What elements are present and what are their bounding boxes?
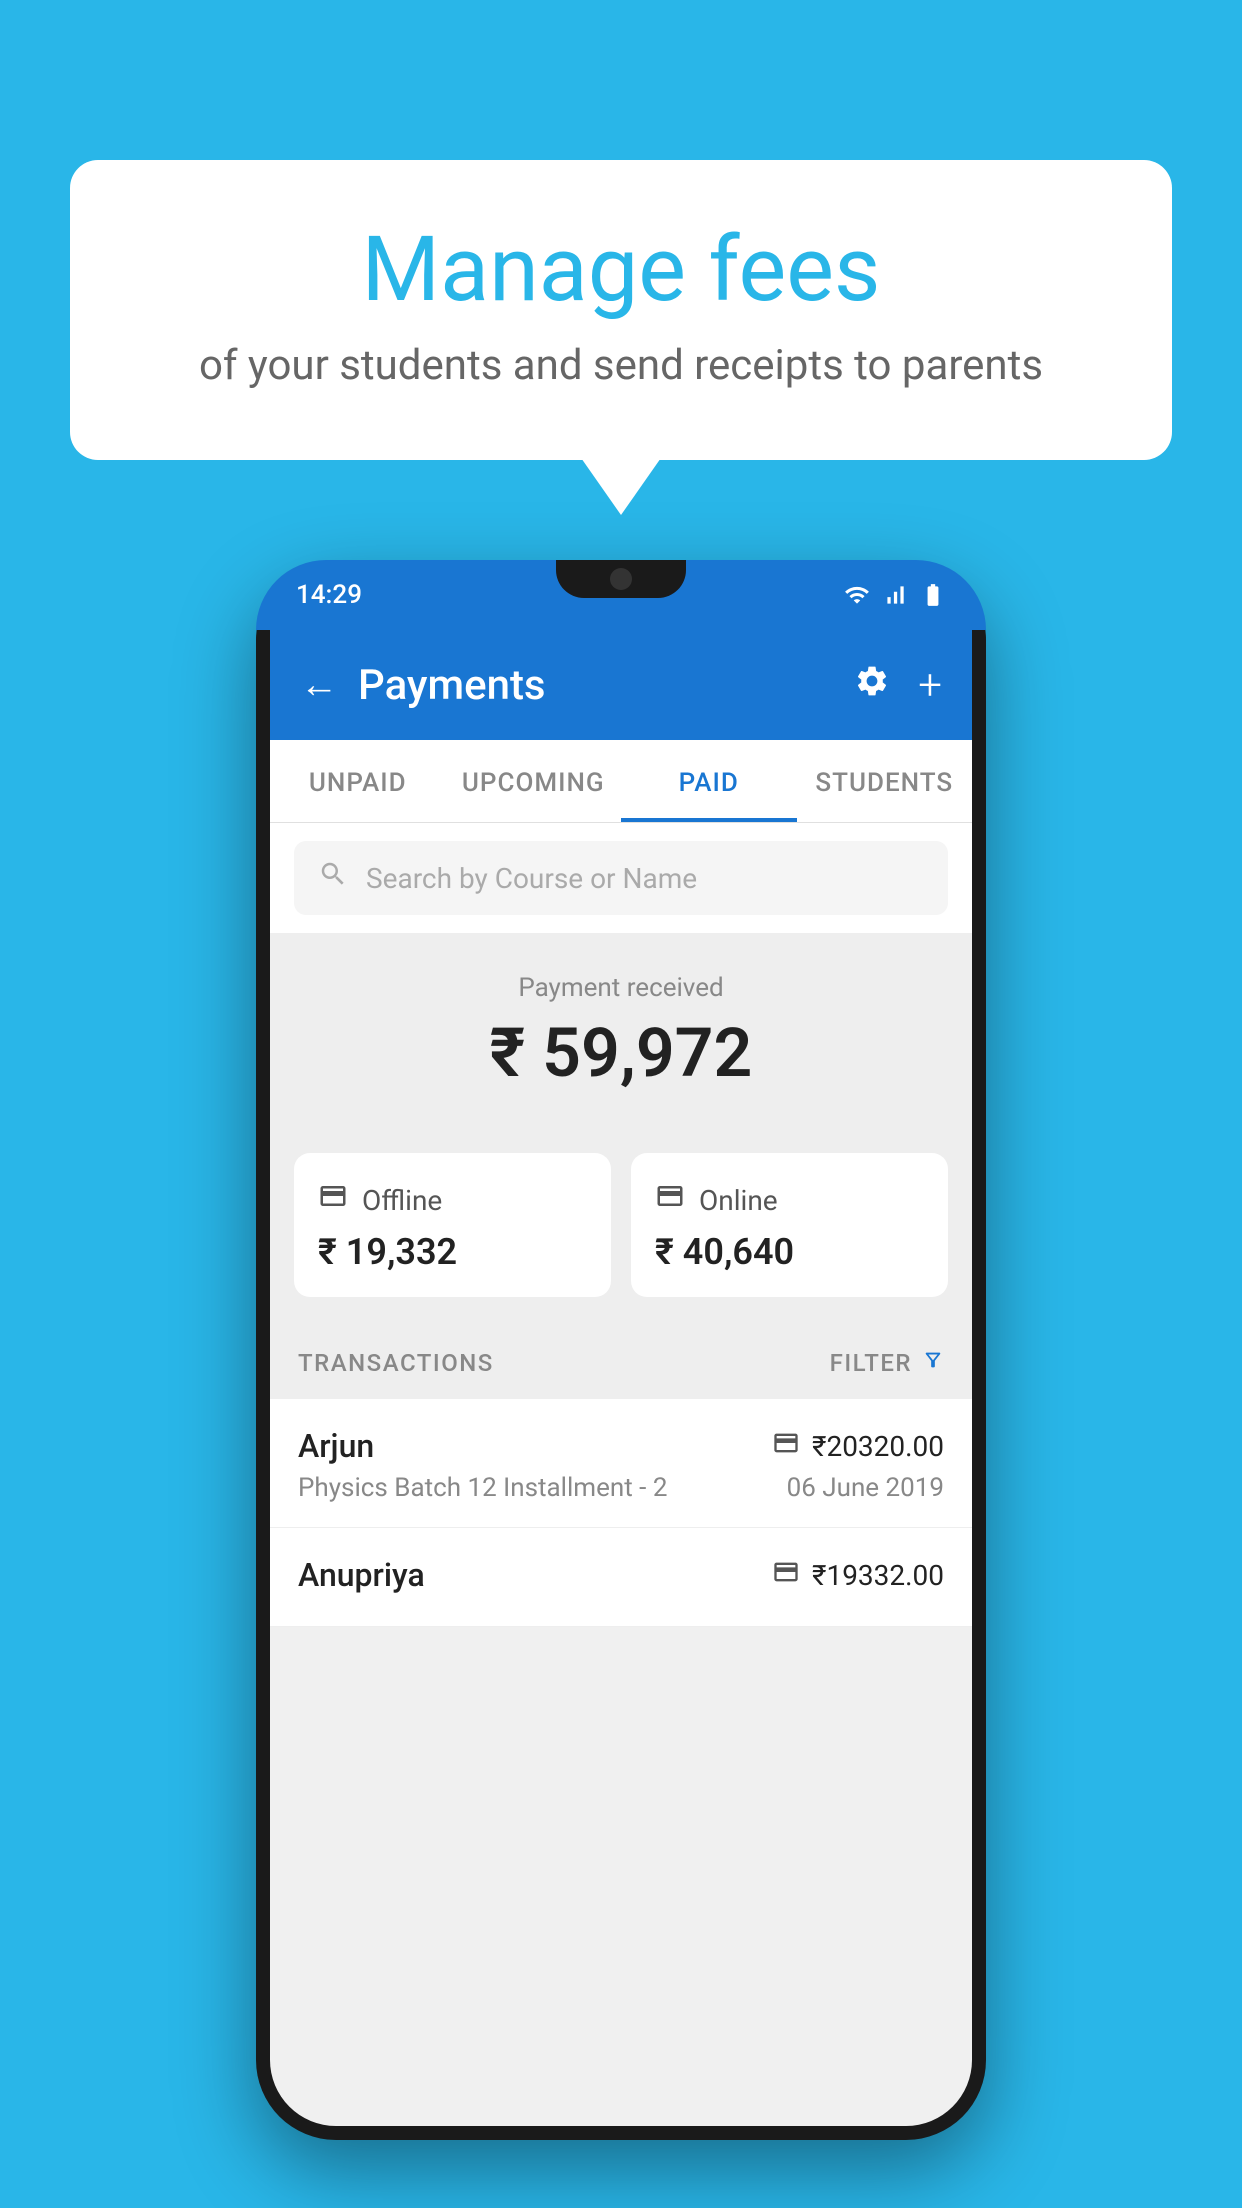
back-button[interactable]: ←: [300, 663, 338, 707]
transaction-name: Arjun: [298, 1427, 374, 1465]
settings-icon[interactable]: [854, 663, 890, 708]
search-bar[interactable]: Search by Course or Name: [294, 841, 948, 915]
online-payment-card: Online ₹ 40,640: [631, 1153, 948, 1297]
tab-unpaid[interactable]: UNPAID: [270, 740, 446, 822]
tabs-container: UNPAID UPCOMING PAID STUDENTS: [270, 740, 972, 823]
transaction-amount: ₹19332.00: [812, 1559, 944, 1592]
offline-payment-icon: [318, 1181, 348, 1219]
transaction-payment-icon: [772, 1558, 800, 1593]
speech-bubble-title: Manage fees: [150, 220, 1092, 319]
wifi-icon: [844, 582, 870, 608]
transaction-payment-icon: [772, 1429, 800, 1464]
speech-bubble-subtitle: of your students and send receipts to pa…: [150, 341, 1092, 390]
transaction-course: Physics Batch 12 Installment - 2: [298, 1473, 667, 1503]
page-title: Payments: [358, 661, 834, 710]
online-amount: ₹ 40,640: [655, 1231, 924, 1273]
transactions-header: TRANSACTIONS FILTER: [270, 1321, 972, 1399]
transaction-date: 06 June 2019: [787, 1473, 944, 1503]
transactions-label: TRANSACTIONS: [298, 1349, 494, 1377]
online-payment-icon: [655, 1181, 685, 1219]
app-header: ← Payments +: [270, 630, 972, 740]
phone-frame: 14:29 ← Payments: [256, 560, 986, 2140]
payment-cards: Offline ₹ 19,332 Online ₹ 40,640: [270, 1129, 972, 1321]
payment-received-label: Payment received: [294, 973, 948, 1003]
filter-container[interactable]: FILTER: [830, 1349, 944, 1377]
transaction-row[interactable]: Arjun ₹20320.00 Physics Batch 12 Install…: [270, 1399, 972, 1528]
app-screen: ← Payments + UNPAID UPCOMING: [270, 630, 972, 2126]
status-time: 14:29: [296, 580, 362, 610]
payment-received-section: Payment received ₹ 59,972: [270, 933, 972, 1129]
offline-amount: ₹ 19,332: [318, 1231, 587, 1273]
phone-notch: [556, 560, 686, 598]
transaction-row[interactable]: Anupriya ₹19332.00: [270, 1528, 972, 1627]
camera: [610, 568, 632, 590]
add-icon[interactable]: +: [918, 661, 942, 710]
status-bar: 14:29: [256, 560, 986, 630]
offline-label: Offline: [362, 1184, 442, 1217]
tab-upcoming[interactable]: UPCOMING: [446, 740, 622, 822]
signal-icon: [882, 582, 908, 608]
transaction-amount: ₹20320.00: [812, 1430, 944, 1463]
header-icons: +: [854, 661, 942, 710]
filter-label: FILTER: [830, 1349, 912, 1377]
phone-container: 14:29 ← Payments: [256, 560, 986, 2140]
search-container: Search by Course or Name: [270, 823, 972, 933]
online-label: Online: [699, 1184, 778, 1217]
speech-bubble: Manage fees of your students and send re…: [70, 160, 1172, 460]
payment-total-amount: ₹ 59,972: [294, 1013, 948, 1093]
search-placeholder: Search by Course or Name: [366, 862, 697, 895]
filter-icon: [922, 1349, 944, 1377]
tab-paid[interactable]: PAID: [621, 740, 797, 822]
offline-payment-card: Offline ₹ 19,332: [294, 1153, 611, 1297]
battery-icon: [920, 582, 946, 608]
search-icon: [318, 859, 348, 897]
transaction-list: Arjun ₹20320.00 Physics Batch 12 Install…: [270, 1399, 972, 1627]
speech-bubble-container: Manage fees of your students and send re…: [70, 160, 1172, 460]
tab-students[interactable]: STUDENTS: [797, 740, 973, 822]
status-icons: [844, 582, 946, 608]
transaction-name: Anupriya: [298, 1556, 425, 1594]
